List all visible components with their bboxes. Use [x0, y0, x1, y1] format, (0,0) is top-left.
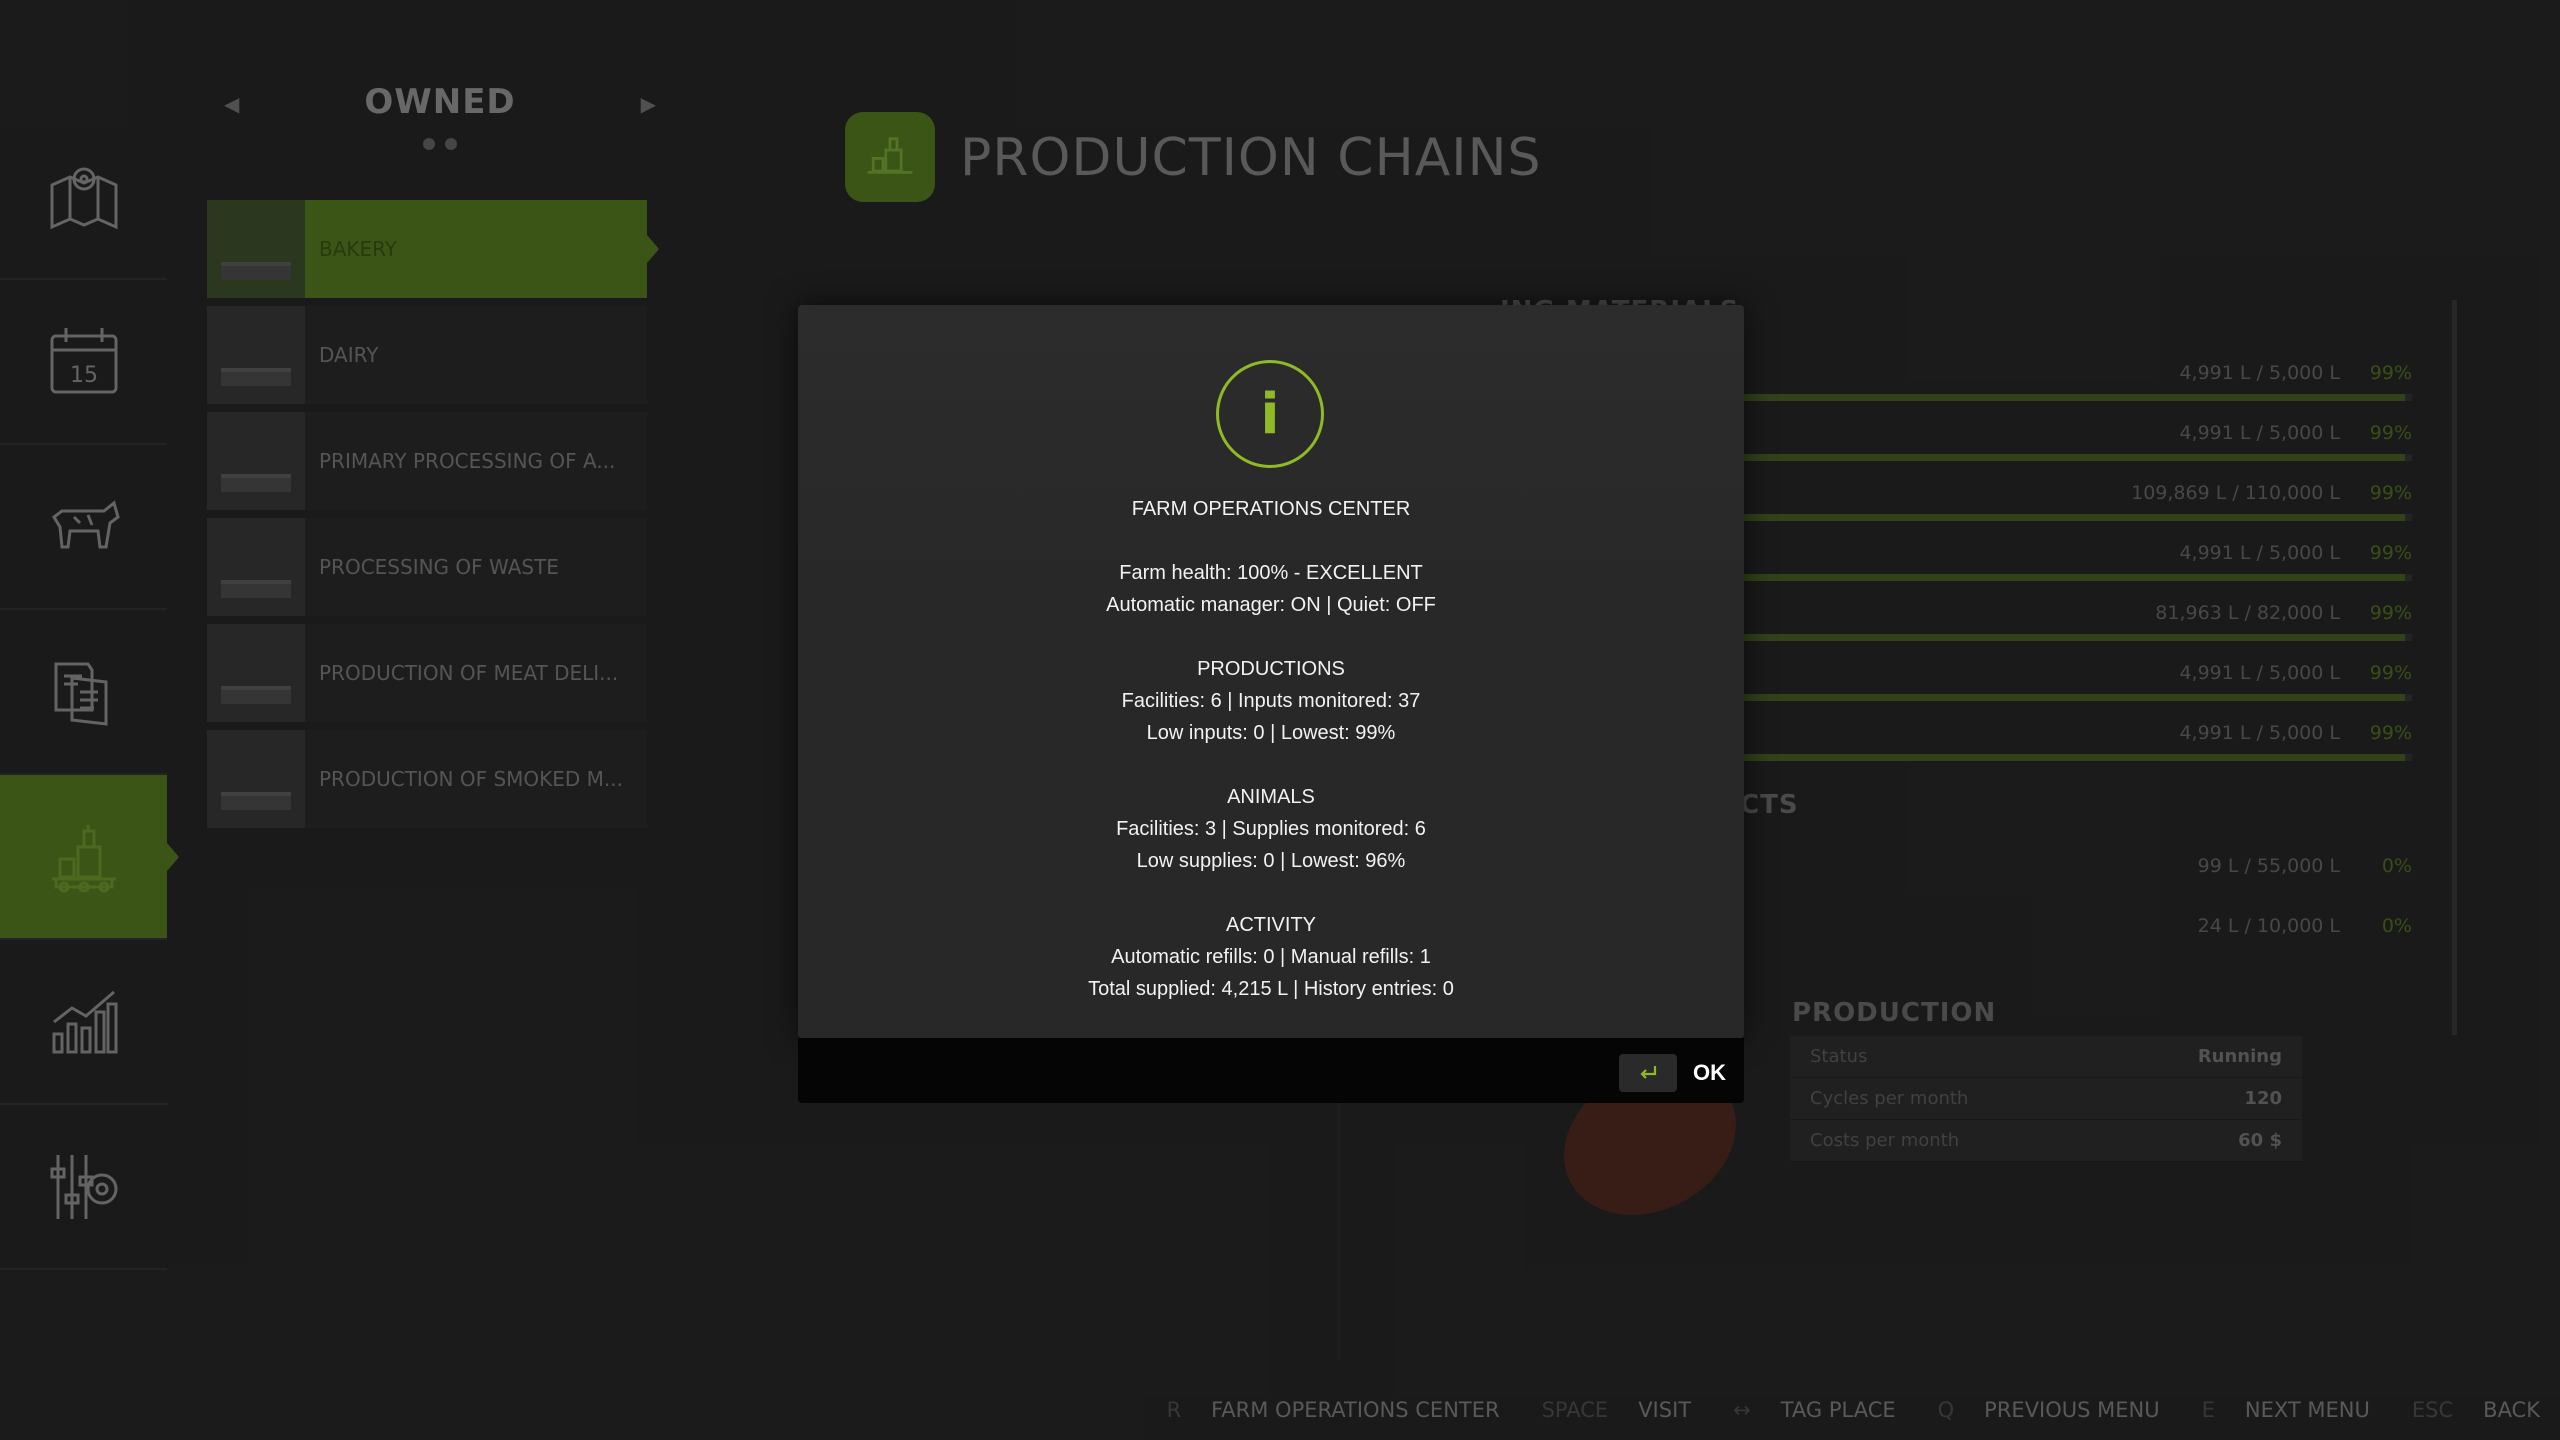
activity-heading: ACTIVITY	[1225, 914, 1316, 936]
farm-health-line: Farm health: 100% - EXCELLENT	[1119, 562, 1423, 584]
ok-button[interactable]: OK	[1619, 1054, 1726, 1092]
dialog-title: FARM OPERATIONS CENTER	[1131, 498, 1411, 520]
dialog-message: FARM OPERATIONS CENTER Farm health: 100%…	[798, 493, 1744, 1005]
info-icon: i	[1216, 360, 1324, 468]
animals-line: Facilities: 3 | Supplies monitored: 6	[1116, 818, 1426, 840]
animals-heading: ANIMALS	[1227, 786, 1315, 808]
manager-line: Automatic manager: ON | Quiet: OFF	[1106, 594, 1436, 616]
info-dialog: i FARM OPERATIONS CENTER Farm health: 10…	[798, 305, 1744, 1038]
productions-heading: PRODUCTIONS	[1197, 658, 1345, 680]
productions-line: Low inputs: 0 | Lowest: 99%	[1146, 722, 1396, 744]
productions-line: Facilities: 6 | Inputs monitored: 37	[1121, 690, 1421, 712]
activity-line: Automatic refills: 0 | Manual refills: 1	[1111, 946, 1431, 968]
enter-key-icon	[1619, 1054, 1677, 1092]
dialog-footer: OK	[798, 1038, 1744, 1103]
animals-line: Low supplies: 0 | Lowest: 96%	[1136, 850, 1406, 872]
activity-line: Total supplied: 4,215 L | History entrie…	[1088, 978, 1454, 1000]
ok-button-label: OK	[1693, 1060, 1726, 1085]
